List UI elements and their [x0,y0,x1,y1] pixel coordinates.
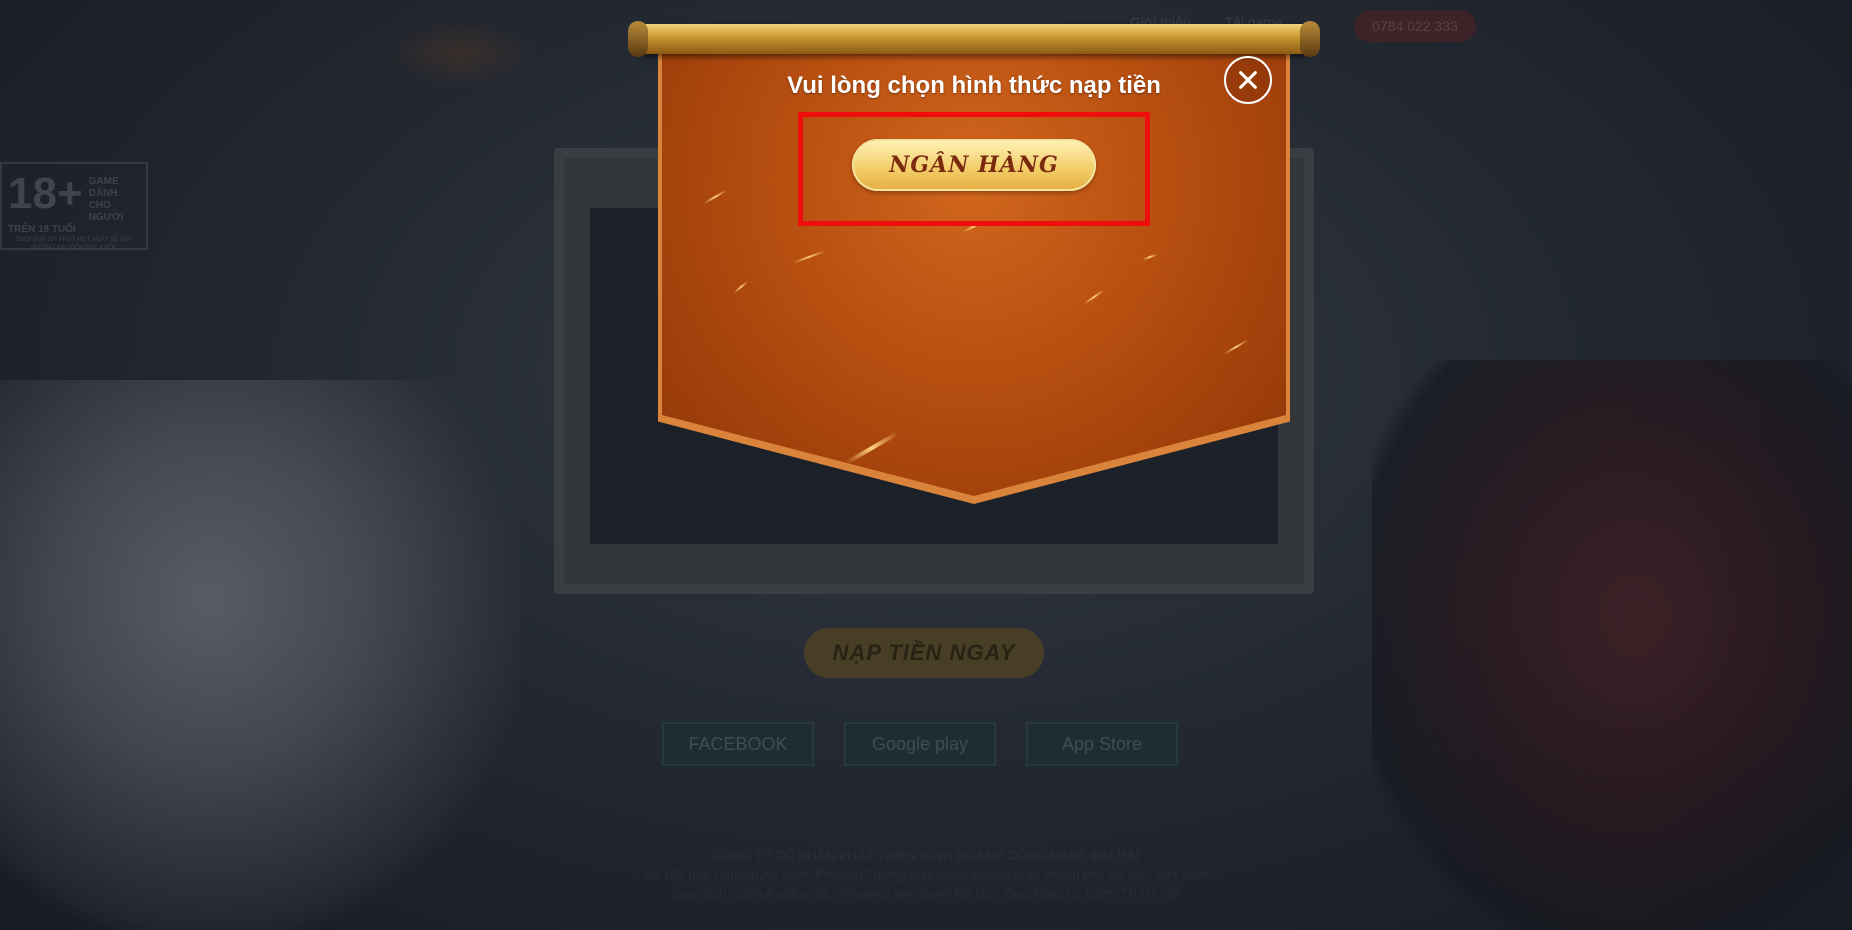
bank-option-button[interactable]: NGÂN HÀNG [852,139,1096,191]
close-button[interactable] [1224,56,1272,104]
topup-method-modal: Vui lòng chọn hình thức nạp tiền NGÂN HÀ… [628,21,1320,504]
close-icon [1239,71,1257,89]
scroll-rod [628,21,1320,57]
modal-title: Vui lòng chọn hình thức nạp tiền [787,72,1161,99]
